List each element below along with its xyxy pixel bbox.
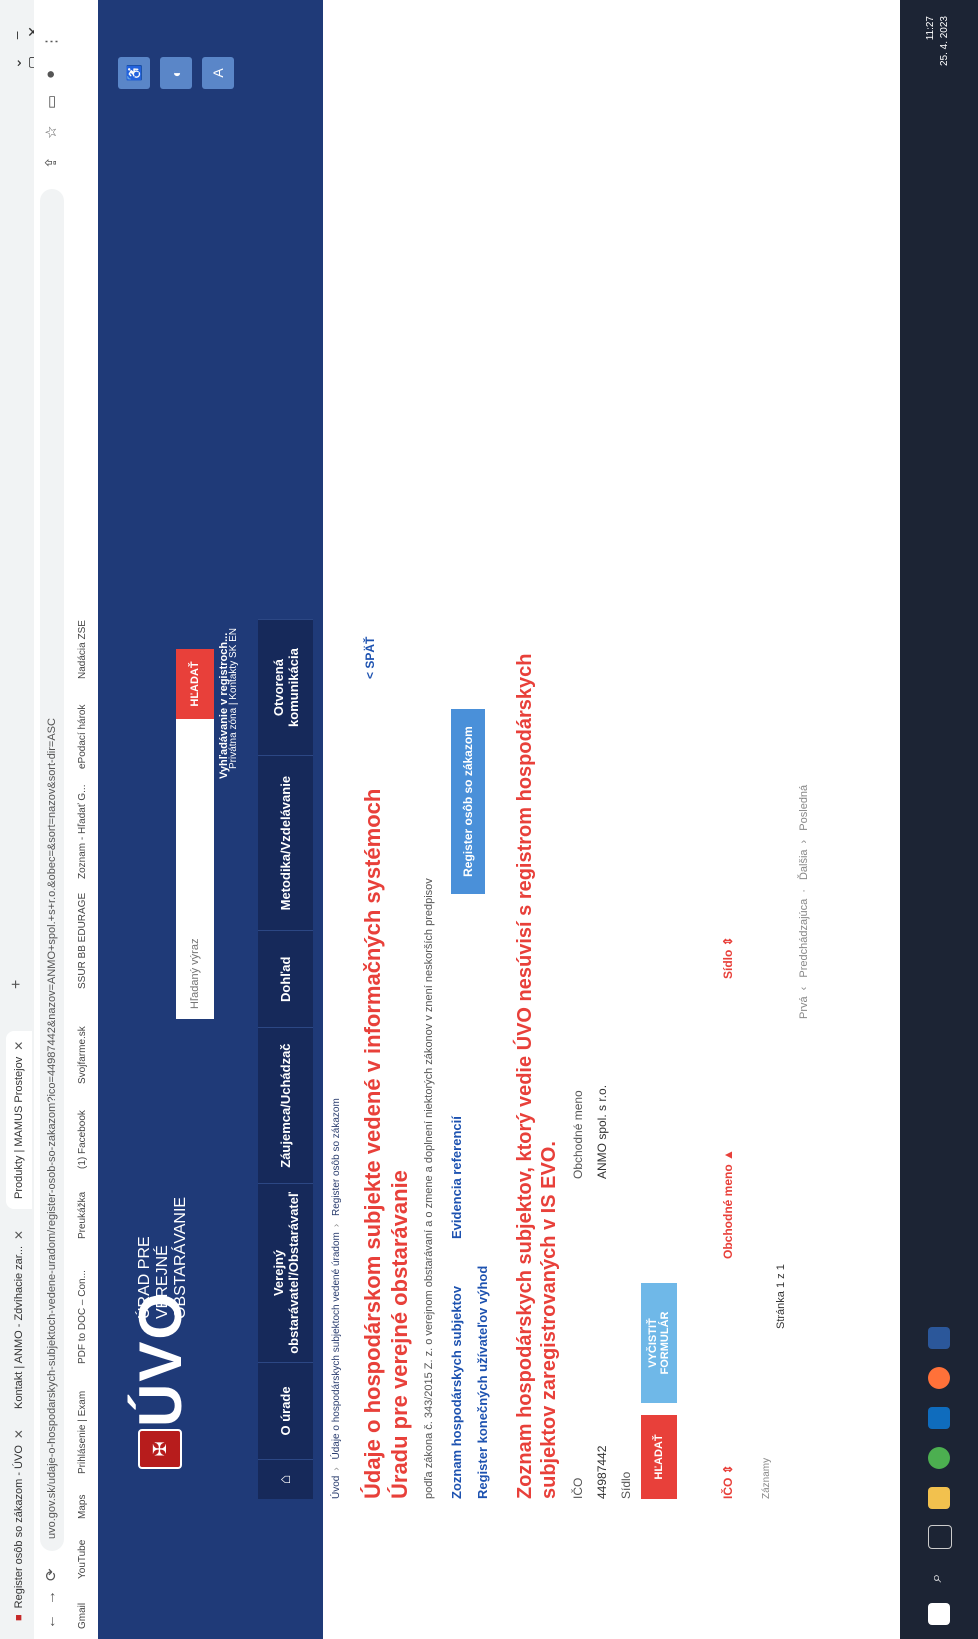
search-input[interactable] (176, 699, 214, 1019)
profile-icon[interactable]: ● (42, 70, 59, 79)
url-field[interactable]: uvo.gov.sk/udaje-o-hospodarskych-subjekt… (40, 189, 64, 1551)
sidebar-icon[interactable]: ▭ (42, 95, 60, 109)
advanced-search-link[interactable]: Vyhľadávanie v registroch... (218, 633, 230, 779)
breadcrumb-item[interactable]: Úvod (331, 1476, 342, 1499)
link-register-kuv[interactable]: Register konečných užívateľov výhod (475, 1266, 490, 1499)
clock[interactable]: 11:27 25. 4. 2023 (924, 16, 952, 66)
name-field[interactable]: ANMO spol. s r.o. (595, 1085, 609, 1179)
menu-icon[interactable]: ⋮ (42, 34, 60, 49)
ico-label: IČO (571, 1477, 585, 1499)
bookmark[interactable]: Zoznam - Hľadať G... (77, 785, 88, 879)
share-icon[interactable]: ⇪ (42, 156, 60, 169)
nav-verejny-obstaravatel[interactable]: Verejný obstarávateľ/Obstarávateľ (258, 1182, 313, 1362)
logo-shield-icon: ✠ (138, 1429, 182, 1469)
pager-first[interactable]: Prvá (798, 996, 810, 1019)
windows-start-icon[interactable] (928, 1603, 950, 1625)
law-text: podľa zákona č. 343/2015 Z. z. o verejno… (423, 878, 435, 1499)
favicon-icon: ■ (13, 1614, 25, 1621)
breadcrumb-item[interactable]: Údaje o hospodárskych subjektoch vedené … (331, 1232, 342, 1459)
clock-date: 25. 4. 2023 (939, 16, 950, 67)
bookmark[interactable]: Prihlásenie | Exam (77, 1391, 88, 1474)
browser-tab-active[interactable]: Produkty | MAMUS Prostejov ✕ (6, 1030, 32, 1209)
address-bar-row: ← → ⟳ uvo.gov.sk/udaje-o-hospodarskych-s… (34, 0, 71, 1639)
search-form-button[interactable]: HĽADAŤ (641, 1415, 677, 1499)
nav-zaujemca[interactable]: Záujemca/Uchádzač (258, 1027, 313, 1183)
firefox-icon[interactable] (928, 1367, 950, 1389)
search-icon[interactable]: ⌕ (928, 1567, 950, 1589)
back-arrow-icon[interactable]: ← (42, 1614, 59, 1629)
link-zoznam[interactable]: Zoznam hospodárskych subjektov (449, 1286, 464, 1499)
star-icon[interactable]: ☆ (42, 126, 60, 139)
new-tab-icon[interactable]: + (8, 980, 26, 989)
close-icon[interactable]: ✕ (12, 1429, 26, 1439)
accessibility-icon[interactable]: ♿ (118, 57, 150, 89)
bookmark[interactable]: YouTube (77, 1540, 88, 1579)
column-header-seat[interactable]: Sídlo ⇕ (721, 936, 735, 979)
name-label: Obchodné meno (571, 1090, 585, 1179)
bookmark[interactable]: Preukážka (77, 1192, 88, 1239)
link-evidencia[interactable]: Evidencia referencií (449, 1116, 464, 1239)
word-icon[interactable] (928, 1327, 950, 1349)
close-icon[interactable]: ✕ (12, 1230, 26, 1240)
bookmark[interactable]: SSUR BB EDURAGE (77, 893, 88, 989)
browser-tab[interactable]: ■ Register osôb so zákazom - ÚVO ✕ (6, 1419, 32, 1631)
bookmarks-bar: Gmail YouTube Maps Prihlásenie | Exam PD… (70, 0, 99, 1639)
nav-dohlad[interactable]: Dohľad (258, 930, 313, 1028)
register-button[interactable]: Register osôb so zákazom (451, 709, 485, 894)
breadcrumb: Úvod› Údaje o hospodárskych subjektoch v… (331, 1098, 342, 1499)
back-link[interactable]: < SPÄŤ (363, 637, 377, 679)
taskbar: ⌕ 11:27 25. 4. 2023 (900, 0, 978, 1639)
list-title: Zoznam hospodárskych subjektov, ktorý ve… (514, 653, 560, 1499)
task-view-icon[interactable] (928, 1525, 952, 1549)
nav-otvorena-komunikacia[interactable]: Otvorená komunikácia (258, 619, 313, 756)
forward-arrow-icon[interactable]: → (42, 1590, 59, 1605)
outlook-icon[interactable] (928, 1407, 950, 1429)
seat-label: Sídlo (619, 1471, 633, 1499)
tab-strip: ■ Register osôb so zákazom - ÚVO ✕ Konta… (0, 0, 41, 1639)
clock-time: 11:27 (925, 16, 936, 41)
bookmark[interactable]: PDF to DOC – Con... (77, 1270, 88, 1364)
nav-home-icon[interactable]: ⌂ (258, 1459, 313, 1499)
browser-tab[interactable]: Kontakt | ANMO - Zdvíhacie zar... ✕ (6, 1220, 32, 1419)
bookmark[interactable]: (1) Facebook (77, 1110, 88, 1169)
main-content: Úvod› Údaje o hospodárskych subjektoch v… (323, 619, 863, 1499)
bookmark[interactable]: Nadácia ZSE (77, 620, 88, 679)
site-header: ✠ ÚVO ÚRAD PRE VEREJNÉ OBSTARÁVANIE Priv… (98, 0, 323, 1639)
clear-form-button[interactable]: VYČISTIŤ FORMULÁR (641, 1283, 677, 1403)
pagination: Prvá‹ Predchádzajúca· Ďalšia› Posledná (798, 784, 810, 1019)
screen-rotated: ■ Register osôb so zákazom - ÚVO ✕ Konta… (0, 0, 978, 1639)
nav-o-urade[interactable]: O úrade (258, 1361, 313, 1460)
column-header-name[interactable]: Obchodné meno ▲ (721, 1149, 735, 1259)
column-header-ico[interactable]: IČO ⇕ (721, 1464, 735, 1499)
bookmark[interactable]: ePodací hárok (77, 705, 88, 770)
ico-field[interactable]: 44987442 (595, 1446, 609, 1499)
search-button[interactable]: HĽADAŤ (176, 649, 214, 719)
reload-icon[interactable]: ⟳ (42, 1568, 60, 1581)
breadcrumb-item[interactable]: Register osôb so zákazom (331, 1098, 342, 1216)
nav-metodika[interactable]: Metodika/Vzdelávanie (258, 755, 313, 931)
pager-next[interactable]: Ďalšia (798, 849, 810, 880)
file-explorer-icon[interactable] (928, 1487, 950, 1509)
page-title: Údaje o hospodárskom subjekte vedené v i… (360, 788, 412, 1499)
pager-prev[interactable]: Predchádzajúca (798, 899, 810, 978)
side-toolbar: ♿ ◐ A (118, 57, 234, 89)
text-size-icon[interactable]: A (202, 57, 234, 89)
records-label: Záznamy (761, 1457, 772, 1499)
contrast-icon[interactable]: ◐ (160, 57, 192, 89)
main-nav: ⌂ O úrade Verejný obstarávateľ/Obstaráva… (258, 619, 313, 1499)
chrome-icon[interactable] (928, 1447, 950, 1469)
bookmark[interactable]: Svojfarme.sk (77, 1026, 88, 1084)
page-indicator: Stránka 1 z 1 (775, 1264, 787, 1329)
logo-subtitle: ÚRAD PRE VEREJNÉ OBSTARÁVANIE (136, 1196, 189, 1319)
pager-last[interactable]: Posledná (798, 785, 810, 831)
bookmark[interactable]: Maps (77, 1495, 88, 1519)
close-icon[interactable]: ✕ (12, 1041, 26, 1051)
bookmark[interactable]: Gmail (77, 1603, 88, 1629)
